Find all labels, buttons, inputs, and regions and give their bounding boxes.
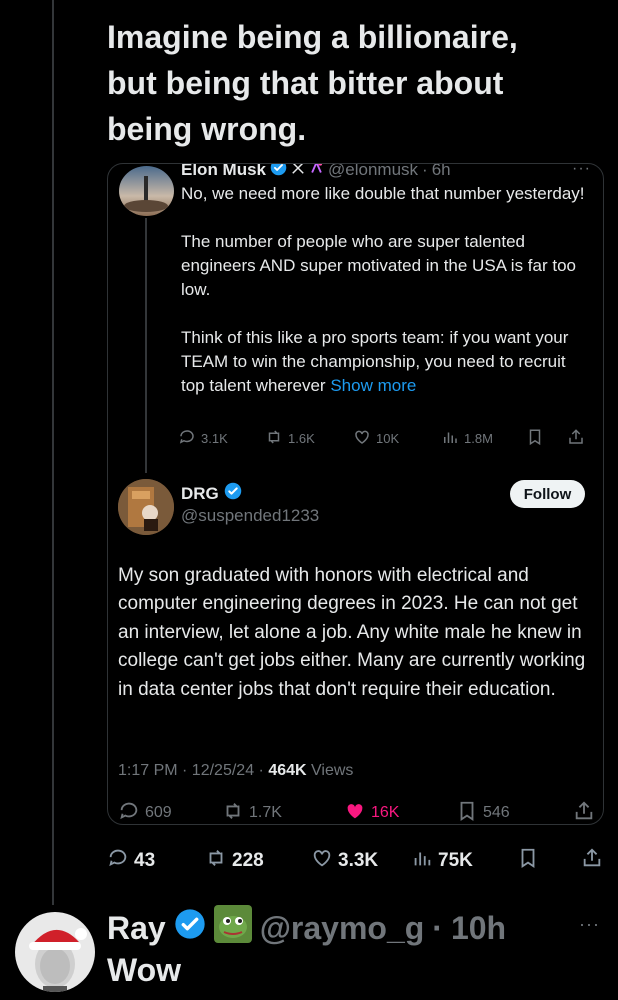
pepe-badge-icon [213, 905, 252, 951]
reply-count: 609 [145, 804, 172, 821]
quoted-author-avatar[interactable] [118, 479, 174, 535]
thread-connector-line [52, 0, 54, 905]
x-logo-icon [291, 164, 305, 180]
follow-button[interactable]: Follow [510, 480, 585, 508]
parent-paragraph: The number of people who are super talen… [181, 232, 576, 299]
share-icon [573, 800, 595, 825]
heart-icon [353, 428, 371, 449]
bookmark-icon [526, 428, 544, 449]
reply-author-handle[interactable]: @raymo_g [260, 910, 425, 947]
like-button[interactable]: 10K [353, 428, 441, 449]
parent-tweet-body: No, we need more like double that number… [181, 182, 593, 398]
parent-author-name[interactable]: Elon Musk [181, 164, 266, 180]
tweet-action-bar: 43 228 3.3K 75K [107, 848, 605, 874]
reply-text: Wow [107, 952, 182, 988]
bookmark-button[interactable]: 546 [456, 800, 573, 825]
quoted-views-count: 464K [268, 762, 307, 779]
repost-icon [222, 800, 244, 825]
views-count: 1.8M [464, 430, 493, 446]
reply-icon [178, 428, 196, 449]
bookmark-button[interactable] [526, 428, 567, 449]
parent-handle[interactable]: @elonmusk [328, 164, 418, 180]
quoted-tweet-card[interactable]: Elon Musk @elonmusk · 6h ··· No, we need… [107, 163, 604, 825]
like-button[interactable]: 3.3K [311, 847, 411, 875]
views-chart-icon [441, 428, 459, 449]
repost-count: 228 [232, 850, 264, 871]
heart-icon [311, 847, 333, 875]
like-count: 3.3K [338, 850, 379, 871]
reply-count: 43 [134, 850, 156, 871]
repost-icon [205, 847, 227, 875]
reply-header: Ray @raymo_g · 10h [107, 905, 506, 951]
reply-button[interactable]: 43 [107, 847, 205, 875]
share-button[interactable] [573, 800, 595, 825]
reply-button[interactable]: 3.1K [178, 428, 265, 449]
share-icon [581, 847, 603, 875]
bookmark-button[interactable] [517, 847, 581, 875]
repost-button[interactable]: 1.6K [265, 428, 353, 449]
parent-avatar[interactable] [119, 166, 174, 216]
affiliate-badge-icon [309, 164, 324, 180]
share-button[interactable] [567, 428, 585, 449]
show-more-link[interactable]: Show more [330, 376, 416, 395]
reply-time[interactable]: 10h [451, 910, 506, 947]
like-button[interactable]: 16K [344, 800, 456, 825]
verified-badge-icon [174, 908, 206, 948]
more-options-icon[interactable]: ··· [579, 914, 600, 935]
like-count: 10K [376, 430, 400, 446]
views-button[interactable]: 1.8M [441, 428, 526, 449]
views-button[interactable]: 75K [411, 847, 517, 875]
quoted-tweet-text: My son graduated with honors with electr… [118, 565, 586, 700]
bookmark-count: 546 [483, 804, 510, 821]
heart-filled-icon [344, 800, 366, 825]
reply-separator: · [432, 909, 443, 946]
repost-count: 1.6K [288, 430, 315, 446]
parent-thread-line [145, 218, 147, 473]
verified-badge-icon [270, 164, 287, 181]
repost-button[interactable]: 1.7K [222, 800, 344, 825]
more-options-icon[interactable]: ··· [572, 164, 591, 178]
repost-icon [265, 428, 283, 449]
quoted-action-bar: 609 1.7K 16K 546 [118, 800, 600, 825]
parent-paragraph: No, we need more like double that number… [181, 184, 585, 203]
tweet-thread-view: Imagine being a billionaire, but being t… [0, 0, 618, 1000]
reply-author-avatar[interactable] [15, 912, 95, 992]
share-icon [567, 428, 585, 449]
reply-count: 3.1K [201, 430, 228, 446]
quoted-author-handle[interactable]: @suspended1233 [181, 506, 319, 526]
parent-separator: · [422, 163, 428, 179]
quoted-views-label: Views [306, 762, 354, 779]
parent-paragraph: Think of this like a pro sports team: if… [181, 326, 593, 398]
views-chart-icon [411, 847, 433, 875]
parent-action-bar: 3.1K 1.6K 10K 1.8M [178, 426, 598, 450]
parent-header: Elon Musk @elonmusk · 6h [181, 163, 451, 182]
quoted-tweet-meta: 1:17 PM · 12/25/24 · 464K Views [118, 762, 353, 780]
quoted-author-name[interactable]: DRG [181, 484, 219, 504]
tweet-text: Imagine being a billionaire, but being t… [107, 19, 518, 147]
like-count: 16K [371, 804, 400, 821]
reply-button[interactable]: 609 [118, 800, 222, 825]
repost-count: 1.7K [249, 804, 282, 821]
parent-time[interactable]: 6h [432, 164, 451, 180]
bookmark-icon [517, 847, 539, 875]
quoted-author-row: DRG [181, 482, 242, 505]
views-count: 75K [438, 850, 473, 871]
bookmark-icon [456, 800, 478, 825]
repost-button[interactable]: 228 [205, 847, 311, 875]
quoted-tweet-time[interactable]: 1:17 PM · 12/25/24 · [118, 762, 268, 779]
verified-badge-icon [224, 482, 242, 505]
reply-icon [118, 800, 140, 825]
reply-author-name[interactable]: Ray [107, 910, 166, 947]
reply-icon [107, 847, 129, 875]
share-button[interactable] [581, 847, 603, 875]
